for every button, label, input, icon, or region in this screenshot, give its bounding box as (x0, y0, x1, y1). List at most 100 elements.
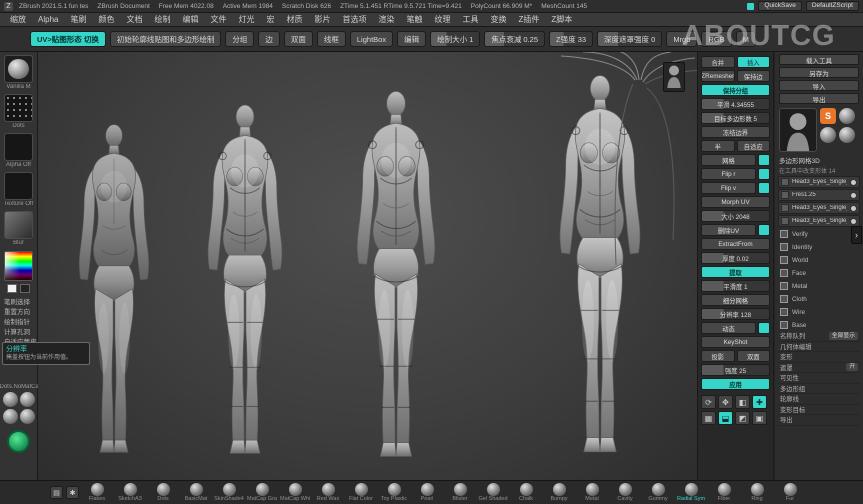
tool-mini-thumbnail[interactable] (839, 108, 855, 124)
toolbar-button[interactable]: 线框 (317, 31, 346, 47)
tool-panel-toggle[interactable]: 双面 (737, 350, 771, 362)
brush-thumbnail[interactable] (4, 94, 33, 122)
menu-item[interactable]: 笔刷 (65, 13, 91, 26)
subpalette-row[interactable]: 轮廓线 (778, 394, 860, 405)
alpha-thumbnail[interactable] (4, 133, 33, 161)
subpalette-chip[interactable]: 开 (846, 363, 858, 371)
subpalette-row[interactable]: 可见性 (778, 373, 860, 384)
material-swatch-item[interactable]: Flat Color (346, 483, 376, 503)
gizmo-icon-button[interactable]: ✚ (752, 395, 767, 409)
tool-panel-toggle[interactable] (758, 224, 770, 236)
material-swatch-item[interactable]: Toy Plastic (379, 483, 409, 503)
tool-panel-button[interactable]: ExtractFrom (701, 238, 770, 250)
tool-panel-button[interactable]: 目标多边形数 5 (701, 112, 770, 124)
menu-item[interactable]: 变换 (485, 13, 511, 26)
panel-expand-arrow[interactable]: › (851, 226, 862, 244)
brush-mini-thumbnail[interactable] (3, 392, 18, 407)
subpalette-row[interactable]: 多边形组 (778, 384, 860, 395)
menu-item[interactable]: 缩放 (5, 13, 31, 26)
model-figure-anatomical[interactable] (58, 118, 170, 470)
tool-panel-button[interactable]: Flip v (701, 182, 756, 194)
material-swatch-item[interactable]: Pearl (412, 483, 442, 503)
toolbar-button[interactable]: Mrgb (666, 31, 697, 47)
subpalette-row[interactable]: 遮罩 开 (778, 363, 860, 374)
toolbar-button[interactable]: 双面 (284, 31, 313, 47)
tray-icon-button[interactable]: ✱ (66, 486, 79, 499)
tool-panel-button[interactable]: 网格 (701, 154, 756, 166)
gizmo-icon-button[interactable]: ▦ (701, 411, 716, 425)
tool-list-row[interactable]: Metal (778, 280, 860, 292)
tool-panel-button[interactable]: 平滑度 1 (701, 280, 770, 292)
material-swatch-item[interactable]: Blister (445, 483, 475, 503)
gizmo-icon-button[interactable]: ◧ (735, 395, 750, 409)
subtool-row[interactable]: Head3_Eyes_Single_lb (778, 202, 860, 214)
material-swatch-item[interactable]: MatCap White (280, 483, 310, 503)
tool-mini-thumbnail[interactable] (839, 127, 855, 143)
secondary-color-swatch[interactable] (20, 284, 30, 293)
material-swatch-item[interactable]: BasicMat (181, 483, 211, 503)
menu-item[interactable]: 工具 (457, 13, 483, 26)
toolbar-button[interactable]: RGB (701, 31, 731, 47)
material-swatch-item[interactable]: Gummy (643, 483, 673, 503)
material-swatch-item[interactable]: SketchA3 (115, 483, 145, 503)
material-swatch-item[interactable]: Chalk (511, 483, 541, 503)
tool-file-button[interactable]: 另存为 (779, 67, 859, 78)
model-figure-android-cabled[interactable] (525, 68, 675, 472)
subtool-row[interactable]: Fres1.25 (778, 189, 860, 201)
brush-mini-thumbnail[interactable] (3, 409, 18, 424)
tool-panel-button[interactable]: 分辨率 128 (701, 308, 770, 320)
sculpt-canvas[interactable] (38, 52, 698, 480)
tool-panel-button[interactable]: KeyShot (701, 336, 770, 348)
toolbar-button[interactable]: 绘制大小 1 (430, 31, 480, 47)
subpalette-row[interactable]: 变形目标 (778, 405, 860, 416)
menu-item[interactable]: 影片 (309, 13, 335, 26)
tool-list-row[interactable]: World (778, 254, 860, 266)
material-thumbnail[interactable] (4, 55, 33, 83)
menu-item[interactable]: 颜色 (93, 13, 119, 26)
model-figure-android-1[interactable] (186, 98, 304, 472)
toolbar-button[interactable]: 深度遮罩强度 0 (597, 31, 662, 47)
tool-list-row[interactable]: Cloth (778, 293, 860, 305)
main-color-swatch[interactable] (7, 284, 17, 293)
material-swatch-item[interactable]: SkinShade4 (214, 483, 244, 503)
accent-swatch-icon[interactable] (747, 3, 754, 10)
material-swatch-item[interactable]: Metal (577, 483, 607, 503)
tool-panel-button[interactable]: ZRemesher (701, 70, 735, 82)
tool-list-row[interactable]: Wire (778, 306, 860, 318)
brush-mini-thumbnail[interactable] (20, 409, 35, 424)
model-figure-android-2[interactable] (330, 84, 462, 476)
subpalette-row[interactable]: 变形 (778, 352, 860, 363)
tool-panel-button[interactable]: 合并 (701, 56, 735, 68)
material-swatch-item[interactable]: Bumpy (544, 483, 574, 503)
tool-panel-toggle[interactable]: 自适应 (737, 140, 771, 152)
material-swatch-item[interactable]: Cavity (610, 483, 640, 503)
material-swatch-item[interactable]: Gel Shaded (478, 483, 508, 503)
menu-item[interactable]: 宏 (261, 13, 279, 26)
menu-item[interactable]: 文件 (205, 13, 231, 26)
subtool-row[interactable]: Head3_Eyes_Single_la (778, 176, 860, 188)
menu-item[interactable]: Z插件 (513, 13, 544, 26)
keyshot-badge-icon[interactable]: S (820, 108, 836, 124)
menu-item[interactable]: Alpha (33, 14, 63, 25)
toolbar-button[interactable]: M (736, 31, 756, 47)
tool-panel-button[interactable]: 动态 (701, 322, 756, 334)
subpalette-chip[interactable]: 全部显示 (829, 332, 858, 340)
material-swatch-item[interactable]: Fiber (709, 483, 739, 503)
shelf-menu-item[interactable]: 计算孔洞 (0, 328, 37, 338)
menu-item[interactable]: 编辑 (177, 13, 203, 26)
gizmo-icon-button[interactable]: ⬓ (718, 411, 733, 425)
material-swatch-item[interactable]: Dots (148, 483, 178, 503)
gizmo-icon-button[interactable]: ⟳ (701, 395, 716, 409)
tray-icon-button[interactable]: ▤ (50, 486, 63, 499)
tool-panel-toggle[interactable] (758, 168, 770, 180)
toolbar-button[interactable]: LightBox (350, 31, 393, 47)
tool-panel-button[interactable]: 厚度 0.02 (701, 252, 770, 264)
brush-mini-thumbnail[interactable] (20, 392, 35, 407)
tool-panel-button[interactable]: 提取 (701, 266, 770, 278)
tool-panel-toggle[interactable] (758, 154, 770, 166)
shelf-menu-item[interactable]: 重置方向 (0, 308, 37, 318)
tool-list-row[interactable]: Identity (778, 241, 860, 253)
visibility-eye-icon[interactable] (850, 205, 857, 212)
material-swatch-item[interactable]: MatCap Gray (247, 483, 277, 503)
toolbar-button[interactable]: 焦点衰减 0.25 (484, 31, 545, 47)
